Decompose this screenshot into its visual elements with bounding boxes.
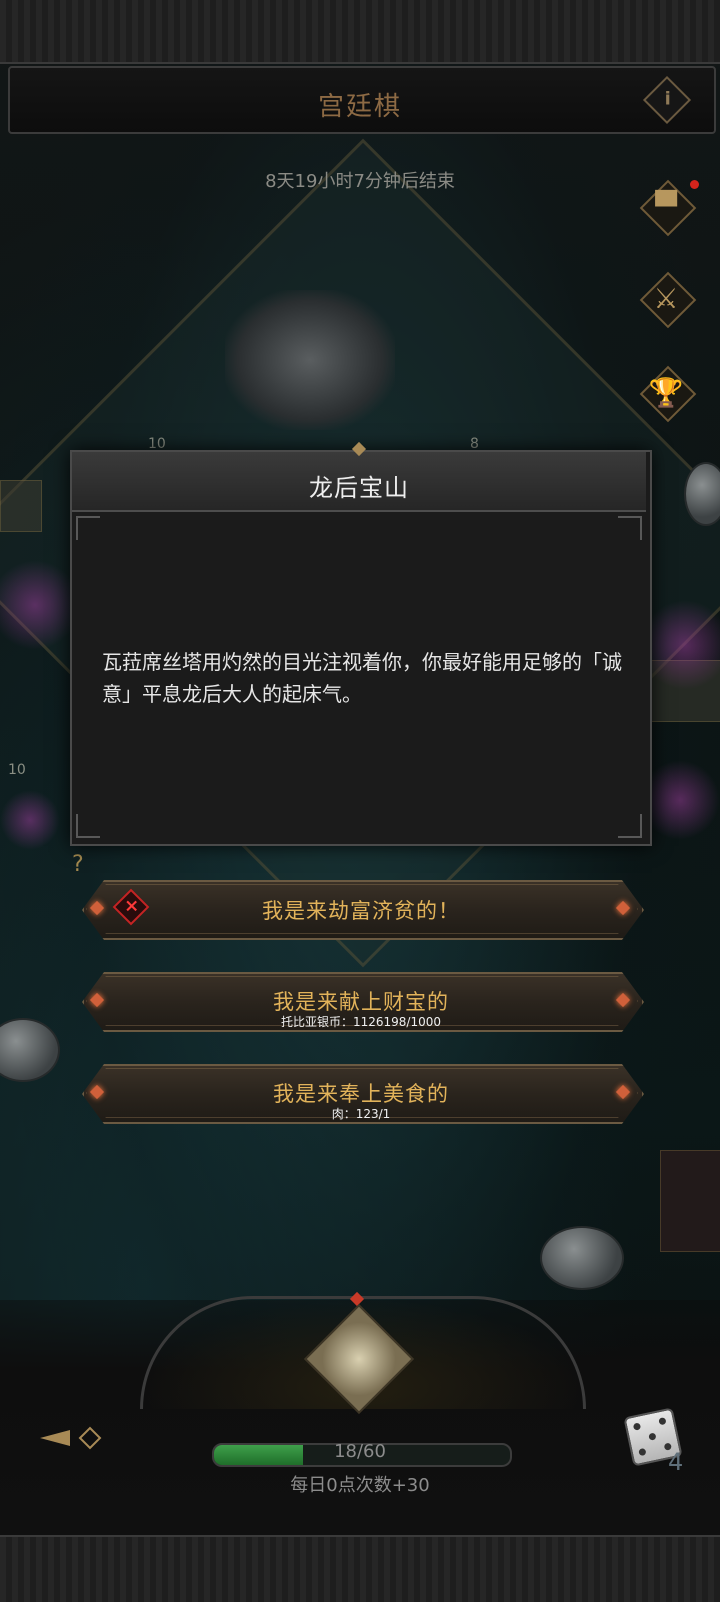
choice-food-label: 我是来奉上美食的	[273, 1082, 449, 1106]
banner-icon: ▀	[655, 189, 677, 223]
coin-token	[540, 1226, 624, 1290]
choice-food-cost: 肉：123/1	[331, 1107, 391, 1121]
dialog-corner-ornament	[618, 814, 642, 838]
crystal-decoration	[640, 600, 720, 690]
choice-treasure-cost: 托比亚银币：1126198/1000	[280, 1015, 442, 1029]
board-tile	[0, 480, 42, 532]
dialog-corner-ornament	[76, 516, 100, 540]
choice-rob-label: 我是来劫富济贫的！	[262, 899, 460, 923]
banner-button[interactable]: ▀	[636, 176, 697, 237]
crystal-decoration	[640, 760, 720, 840]
top-frame	[0, 0, 720, 64]
daily-refresh-text: 每日0点次数+30	[290, 1475, 430, 1496]
dragon-egg-statue	[225, 290, 395, 430]
choice-treasure-label: 我是来献上财宝的	[273, 990, 449, 1014]
dialog-title: 龙后宝山	[309, 474, 409, 502]
progress-text: 18/60	[334, 1441, 386, 1462]
trophy-button[interactable]: 🏆	[636, 362, 697, 423]
trophy-icon: 🏆	[648, 375, 684, 409]
tile-number: 10	[8, 762, 26, 778]
swords-icon: ⚔	[653, 281, 679, 315]
back-arrow-button[interactable]	[40, 1424, 106, 1452]
crystal-decoration	[0, 790, 60, 850]
event-countdown: 8天19小时7分钟后结束	[265, 171, 455, 192]
info-icon: i	[664, 88, 671, 110]
question-marker: ?	[72, 852, 84, 877]
board-tile	[660, 1150, 720, 1252]
dialog-corner-ornament	[618, 516, 642, 540]
back-arrow-icon	[40, 1430, 70, 1446]
notification-dot	[690, 180, 699, 189]
dice-count: 4	[668, 1448, 684, 1476]
dialog-corner-ornament	[76, 814, 100, 838]
dialog-body-text: 瓦菈席丝塔用灼然的目光注视着你，你最好能用足够的「诚意」平息龙后大人的起床气。	[102, 650, 622, 706]
swords-button[interactable]: ⚔	[636, 268, 697, 329]
coin-token	[684, 462, 720, 526]
bottom-frame	[0, 1535, 720, 1602]
page-title: 宫廷棋	[317, 92, 402, 122]
